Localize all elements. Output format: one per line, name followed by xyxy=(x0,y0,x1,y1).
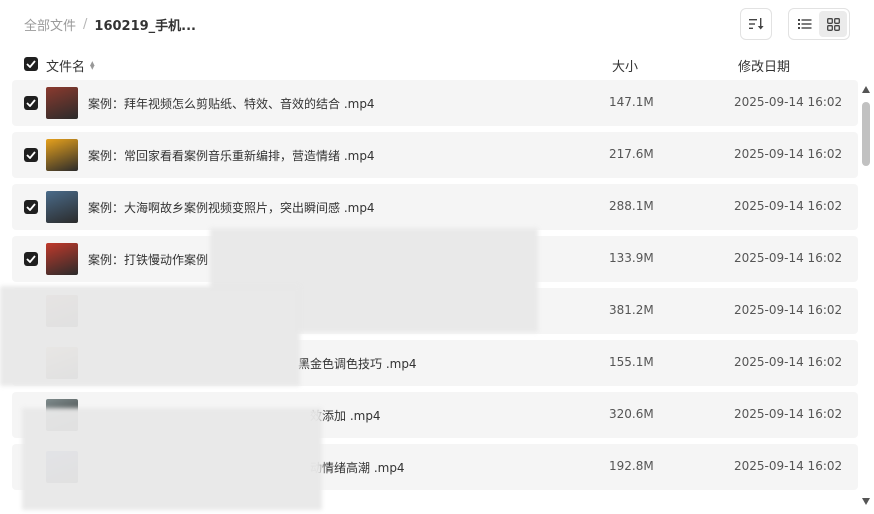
file-name[interactable]: 案例：大海啊故乡案例视频变照片，突出瞬间感 .mp4 xyxy=(88,199,375,216)
checkmark-icon xyxy=(26,255,36,263)
file-modified-date: 2025-09-14 16:02 xyxy=(734,251,843,265)
file-size: 147.1M xyxy=(609,95,654,109)
file-size: 192.8M xyxy=(609,459,654,473)
sort-arrows-icon: ▲ ▼ xyxy=(90,59,95,71)
file-row[interactable]: 案例：常回家看看案例音乐重新编排，营造情绪 .mp4 217.6M 2025-09-… xyxy=(12,132,858,178)
file-name[interactable]: 黑金色调色技巧 .mp4 xyxy=(298,355,417,372)
select-all-checkbox[interactable] xyxy=(24,57,38,71)
column-date-header[interactable]: 修改日期 xyxy=(738,56,790,75)
video-thumbnail xyxy=(46,87,78,119)
list-view-button[interactable] xyxy=(791,11,819,37)
scroll-down-arrow-icon[interactable] xyxy=(862,498,870,505)
row-checkbox[interactable] xyxy=(24,148,38,162)
column-header: 文件名 ▲ ▼ 大小 修改日期 xyxy=(0,48,874,80)
checkmark-icon xyxy=(26,203,36,211)
scroll-up-arrow-icon[interactable] xyxy=(862,86,870,93)
video-thumbnail xyxy=(46,191,78,223)
redaction-overlay xyxy=(0,286,300,386)
file-modified-date: 2025-09-14 16:02 xyxy=(734,459,843,473)
breadcrumb: 全部文件 / 160219_手机... xyxy=(24,15,196,34)
file-modified-date: 2025-09-14 16:02 xyxy=(734,95,843,109)
column-name-label: 文件名 xyxy=(46,60,86,75)
redaction-overlay xyxy=(22,408,322,510)
column-size-header[interactable]: 大小 xyxy=(612,56,638,75)
file-name[interactable]: 案例：打铁慢动作案例 xyxy=(88,251,208,268)
file-size: 320.6M xyxy=(609,407,654,421)
row-checkbox[interactable] xyxy=(24,252,38,266)
grid-view-button[interactable] xyxy=(819,11,847,37)
breadcrumb-current: 160219_手机... xyxy=(94,19,196,34)
checkmark-icon xyxy=(26,99,36,107)
row-checkbox[interactable] xyxy=(24,96,38,110)
file-name[interactable]: 动情绪高潮 .mp4 xyxy=(310,459,405,476)
file-modified-date: 2025-09-14 16:02 xyxy=(734,199,843,213)
file-size: 133.9M xyxy=(609,251,654,265)
file-size: 288.1M xyxy=(609,199,654,213)
breadcrumb-root[interactable]: 全部文件 xyxy=(24,15,76,34)
video-thumbnail xyxy=(46,243,78,275)
file-row[interactable]: 案例：大海啊故乡案例视频变照片，突出瞬间感 .mp4 288.1M 2025-09-… xyxy=(12,184,858,230)
view-toggle xyxy=(788,8,850,40)
file-modified-date: 2025-09-14 16:02 xyxy=(734,303,843,317)
file-modified-date: 2025-09-14 16:02 xyxy=(734,147,843,161)
file-name[interactable]: 案例：常回家看看案例音乐重新编排，营造情绪 .mp4 xyxy=(88,147,375,164)
checkmark-icon xyxy=(26,151,36,159)
scrollbar-thumb[interactable] xyxy=(862,102,870,166)
breadcrumb-separator: / xyxy=(83,17,88,32)
file-size: 217.6M xyxy=(609,147,654,161)
top-bar: 全部文件 / 160219_手机... xyxy=(0,0,874,48)
row-checkbox[interactable] xyxy=(24,200,38,214)
file-size: 155.1M xyxy=(609,355,654,369)
video-thumbnail xyxy=(46,139,78,171)
list-view-icon xyxy=(798,19,812,29)
grid-view-icon xyxy=(826,17,840,31)
sort-button[interactable] xyxy=(740,8,772,40)
file-row[interactable]: 案例：拜年视频怎么剪贴纸、特效、音效的结合 .mp4 147.1M 2025-09-… xyxy=(12,80,858,126)
checkmark-icon xyxy=(26,60,36,68)
file-modified-date: 2025-09-14 16:02 xyxy=(734,355,843,369)
file-modified-date: 2025-09-14 16:02 xyxy=(734,407,843,421)
sort-descending-icon xyxy=(749,18,764,30)
column-name-header[interactable]: 文件名 ▲ ▼ xyxy=(46,56,95,75)
file-size: 381.2M xyxy=(609,303,654,317)
file-name[interactable]: 案例：拜年视频怎么剪贴纸、特效、音效的结合 .mp4 xyxy=(88,95,375,112)
